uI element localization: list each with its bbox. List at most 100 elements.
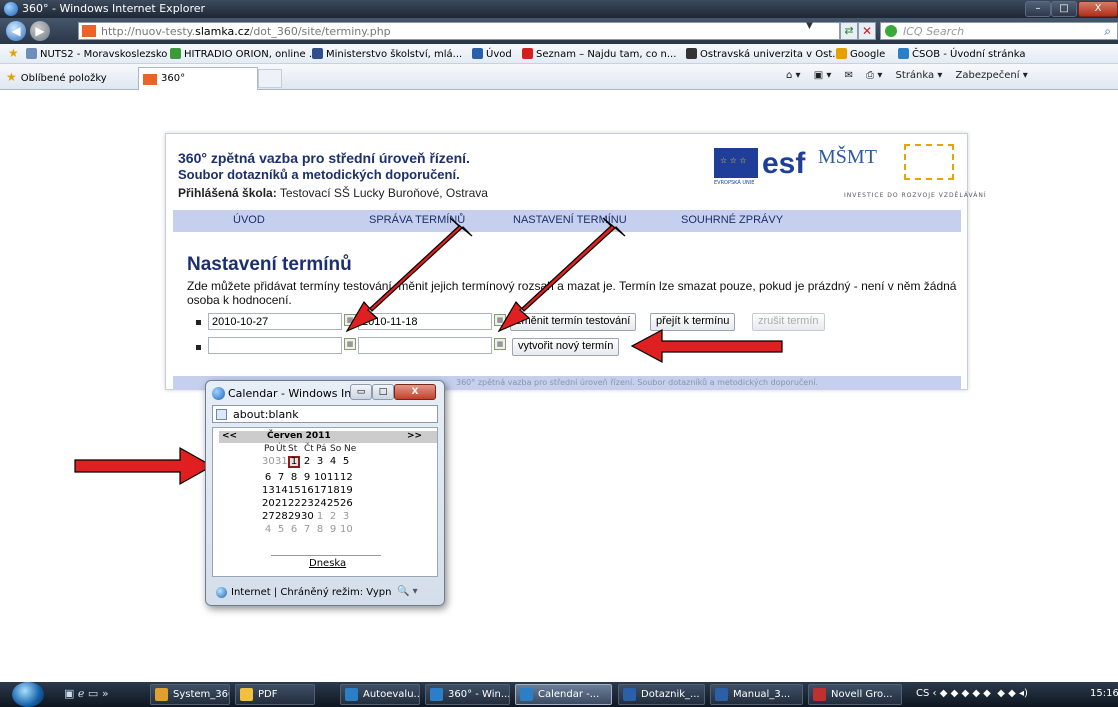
calendar-day[interactable]: 30 [301, 511, 314, 523]
app-icon [240, 688, 253, 701]
calendar-day[interactable]: 5 [340, 456, 352, 468]
calendar-dow: St [288, 444, 298, 454]
calendar-day[interactable]: 1 [288, 456, 300, 468]
calendar-day[interactable]: 18 [327, 485, 340, 497]
taskbar-item[interactable]: Novell Gro... [808, 684, 902, 705]
calendar-address-bar[interactable]: about:blank [212, 405, 438, 423]
calendar-dow: Pá [316, 444, 327, 454]
quick-launch: ▣ ℯ ▭ » [64, 687, 109, 700]
calendar-day[interactable]: 4 [327, 456, 339, 468]
calendar-day[interactable]: 22 [288, 498, 301, 510]
today-link[interactable]: Dneska [309, 558, 346, 569]
calendar-dow: Út [276, 444, 287, 454]
calendar-day[interactable]: 31 [275, 456, 288, 468]
calendar-dow: Po [264, 444, 275, 454]
calendar-day[interactable]: 4 [262, 524, 274, 536]
taskbar-item-label: PDF [258, 689, 278, 700]
app-icon [520, 688, 533, 701]
calendar-day[interactable]: 7 [275, 472, 287, 484]
calendar-day[interactable]: 21 [275, 498, 288, 510]
taskbar-item[interactable]: Manual_3... [710, 684, 803, 705]
calendar-day[interactable]: 11 [327, 472, 340, 484]
zoom-icon[interactable]: 🔍 ▾ [397, 586, 418, 597]
calendar-day[interactable]: 15 [288, 485, 301, 497]
calendar-day[interactable]: 20 [262, 498, 275, 510]
calendar-day[interactable]: 25 [327, 498, 340, 510]
calendar-day[interactable]: 17 [314, 485, 327, 497]
calendar-day[interactable]: 12 [340, 472, 353, 484]
calendar-dow: Ne [344, 444, 357, 454]
taskbar-item[interactable]: System_360 [150, 684, 230, 705]
red-arrow-4 [74, 446, 214, 486]
red-arrow-2 [497, 217, 626, 333]
calendar-day[interactable]: 10 [314, 472, 327, 484]
window-switch-icon[interactable]: ▭ [88, 687, 98, 700]
start-button[interactable] [12, 682, 44, 707]
taskbar-item-label: Manual_3... [733, 689, 791, 700]
calendar-dow: So [330, 444, 342, 454]
globe-icon [216, 587, 227, 598]
taskbar-item[interactable]: Autoevalu... [340, 684, 420, 705]
taskbar-item[interactable]: Dotaznik_... [618, 684, 705, 705]
calendar-maximize-button[interactable]: □ [372, 384, 394, 400]
calendar-day[interactable]: 6 [288, 524, 300, 536]
next-month-button[interactable]: >> [407, 431, 422, 441]
calendar-minimize-button[interactable]: ▭ [350, 384, 372, 400]
taskbar-item[interactable]: PDF [235, 684, 315, 705]
calendar-day[interactable]: 9 [327, 524, 339, 536]
app-icon [813, 688, 826, 701]
system-tray: CS ‹ ◆ ◆ ◆ ◆ ◆ ◆ ◆ ◂) [916, 688, 1028, 699]
taskbar: ▣ ℯ ▭ » System_360 PDF Autoevalu... 360° - … [0, 682, 1118, 707]
calendar-day[interactable]: 3 [314, 456, 326, 468]
calendar-day[interactable]: 16 [301, 485, 314, 497]
calendar-body: << Červen 2011 >> Po Út St Čt Pá So Ne 30 31 1 2 3… [212, 427, 438, 577]
calendar-day[interactable]: 8 [314, 524, 326, 536]
calendar-close-button[interactable]: X [394, 384, 436, 400]
calendar-day[interactable]: 2 [327, 511, 339, 523]
calendar-day[interactable]: 27 [262, 511, 275, 523]
taskbar-item-label: Calendar -... [538, 689, 600, 700]
calendar-dow: Čt [304, 444, 314, 454]
calendar-day[interactable]: 28 [275, 511, 288, 523]
calendar-day[interactable]: 29 [288, 511, 301, 523]
red-arrow-1 [345, 217, 473, 333]
calendar-day[interactable]: 13 [262, 485, 275, 497]
tray-icons[interactable]: ‹ ◆ ◆ ◆ ◆ ◆ ◆ ◆ ◂) [933, 688, 1028, 699]
calendar-day[interactable]: 7 [301, 524, 313, 536]
taskbar-item[interactable]: 360° - Win... [425, 684, 510, 705]
calendar-day[interactable]: 6 [262, 472, 274, 484]
clock[interactable]: 15:16 [1090, 688, 1118, 699]
taskbar-item-label: Dotaznik_... [641, 689, 700, 700]
calendar-day[interactable]: 30 [262, 456, 275, 468]
calendar-day[interactable]: 9 [301, 472, 313, 484]
calendar-day[interactable]: 24 [314, 498, 327, 510]
page-icon [216, 409, 227, 420]
calendar-day[interactable]: 10 [340, 524, 353, 536]
app-icon [345, 688, 358, 701]
calendar-day[interactable]: 8 [288, 472, 300, 484]
calendar-day[interactable]: 5 [275, 524, 287, 536]
calendar-day[interactable]: 26 [340, 498, 353, 510]
red-arrow-3 [630, 329, 783, 363]
calendar-day[interactable]: 23 [301, 498, 314, 510]
calendar-day[interactable]: 1 [314, 511, 326, 523]
language-indicator[interactable]: CS [916, 688, 929, 699]
taskbar-item-label: Autoevalu... [363, 689, 420, 700]
calendar-separator [271, 555, 381, 556]
show-desktop-icon[interactable]: ▣ [64, 687, 74, 700]
ie-quicklaunch-icon[interactable]: ℯ [78, 687, 85, 700]
calendar-window-title: Calendar - Windows Int... [228, 387, 367, 400]
calendar-window: Calendar - Windows Int... ▭ □ X about:bl… [205, 380, 445, 606]
calendar-header: << Červen 2011 >> [219, 431, 437, 443]
calendar-day[interactable]: 19 [340, 485, 353, 497]
annotation-arrows [74, 217, 783, 486]
taskbar-item[interactable]: Calendar -... [515, 684, 612, 705]
calendar-day[interactable]: 2 [301, 456, 313, 468]
quick-launch-more-icon[interactable]: » [102, 687, 109, 700]
prev-month-button[interactable]: << [222, 431, 237, 441]
calendar-day[interactable]: 14 [275, 485, 288, 497]
app-icon [430, 688, 443, 701]
taskbar-item-label: System_360 [173, 689, 230, 700]
calendar-day[interactable]: 3 [340, 511, 352, 523]
app-icon [715, 688, 728, 701]
